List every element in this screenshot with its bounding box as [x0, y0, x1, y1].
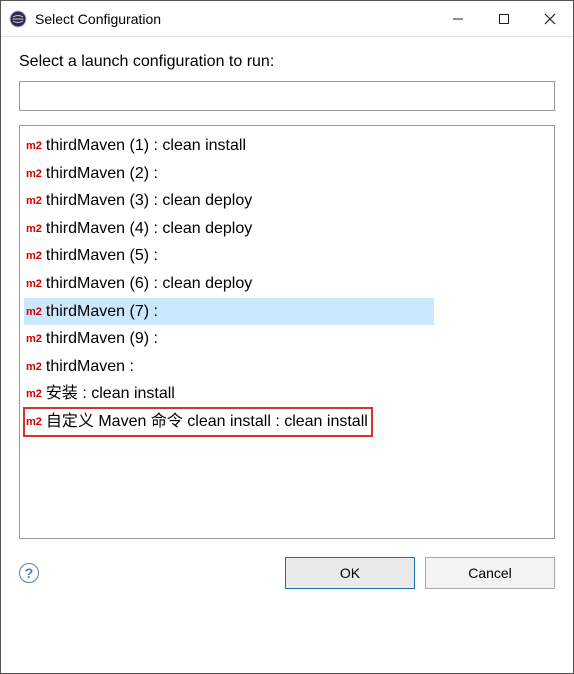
maven-icon: m2: [26, 248, 42, 266]
prompt-label: Select a launch configuration to run:: [19, 53, 555, 71]
list-item-label: 安装 : clean install: [46, 381, 175, 407]
list-item[interactable]: m2thirdMaven (6) : clean deploy: [24, 270, 550, 298]
maven-icon: m2: [26, 386, 42, 404]
help-icon[interactable]: ?: [19, 563, 39, 583]
maven-icon: m2: [26, 276, 42, 294]
configuration-list[interactable]: m2thirdMaven (1) : clean installm2thirdM…: [19, 125, 555, 539]
maven-icon: m2: [26, 221, 42, 239]
maximize-button[interactable]: [481, 1, 527, 37]
maven-icon: m2: [26, 414, 42, 432]
list-item[interactable]: m2thirdMaven (3) : clean deploy: [24, 187, 550, 215]
list-item-label: thirdMaven (1) : clean install: [46, 133, 246, 159]
maven-icon: m2: [26, 138, 42, 156]
ok-button[interactable]: OK: [285, 557, 415, 589]
title-bar: Select Configuration: [1, 1, 573, 37]
list-item-label: thirdMaven :: [46, 354, 134, 380]
maven-icon: m2: [26, 193, 42, 211]
list-item-label: thirdMaven (3) : clean deploy: [46, 188, 252, 214]
list-item[interactable]: m2安装 : clean install: [24, 380, 550, 408]
list-item[interactable]: m2thirdMaven (1) : clean install: [24, 132, 550, 160]
cancel-button[interactable]: Cancel: [425, 557, 555, 589]
maven-icon: m2: [26, 359, 42, 377]
window-title: Select Configuration: [35, 11, 161, 27]
list-item[interactable]: m2thirdMaven (5) :: [24, 242, 550, 270]
list-item[interactable]: m2thirdMaven (4) : clean deploy: [24, 215, 550, 243]
list-item-label: thirdMaven (2) :: [46, 161, 158, 187]
list-item[interactable]: m2thirdMaven (2) :: [24, 160, 550, 188]
list-item[interactable]: m2thirdMaven :: [24, 353, 550, 381]
list-item-label: thirdMaven (9) :: [46, 326, 158, 352]
list-item-label: thirdMaven (7) :: [46, 299, 158, 325]
list-item-label: 自定义 Maven 命令 clean install : clean insta…: [46, 409, 368, 435]
dialog-footer: ? OK Cancel: [1, 539, 573, 605]
dialog-content: Select a launch configuration to run: m2…: [1, 37, 573, 539]
list-item-label: thirdMaven (5) :: [46, 243, 158, 269]
list-item[interactable]: m2thirdMaven (7) :: [24, 298, 434, 326]
close-button[interactable]: [527, 1, 573, 37]
list-item[interactable]: m2thirdMaven (9) :: [24, 325, 550, 353]
maven-icon: m2: [26, 304, 42, 322]
list-item-label: thirdMaven (4) : clean deploy: [46, 216, 252, 242]
minimize-button[interactable]: [435, 1, 481, 37]
maven-icon: m2: [26, 166, 42, 184]
maven-icon: m2: [26, 331, 42, 349]
filter-input[interactable]: [19, 81, 555, 111]
list-item-label: thirdMaven (6) : clean deploy: [46, 271, 252, 297]
eclipse-icon: [9, 10, 27, 28]
list-item[interactable]: m2自定义 Maven 命令 clean install : clean ins…: [24, 408, 372, 436]
